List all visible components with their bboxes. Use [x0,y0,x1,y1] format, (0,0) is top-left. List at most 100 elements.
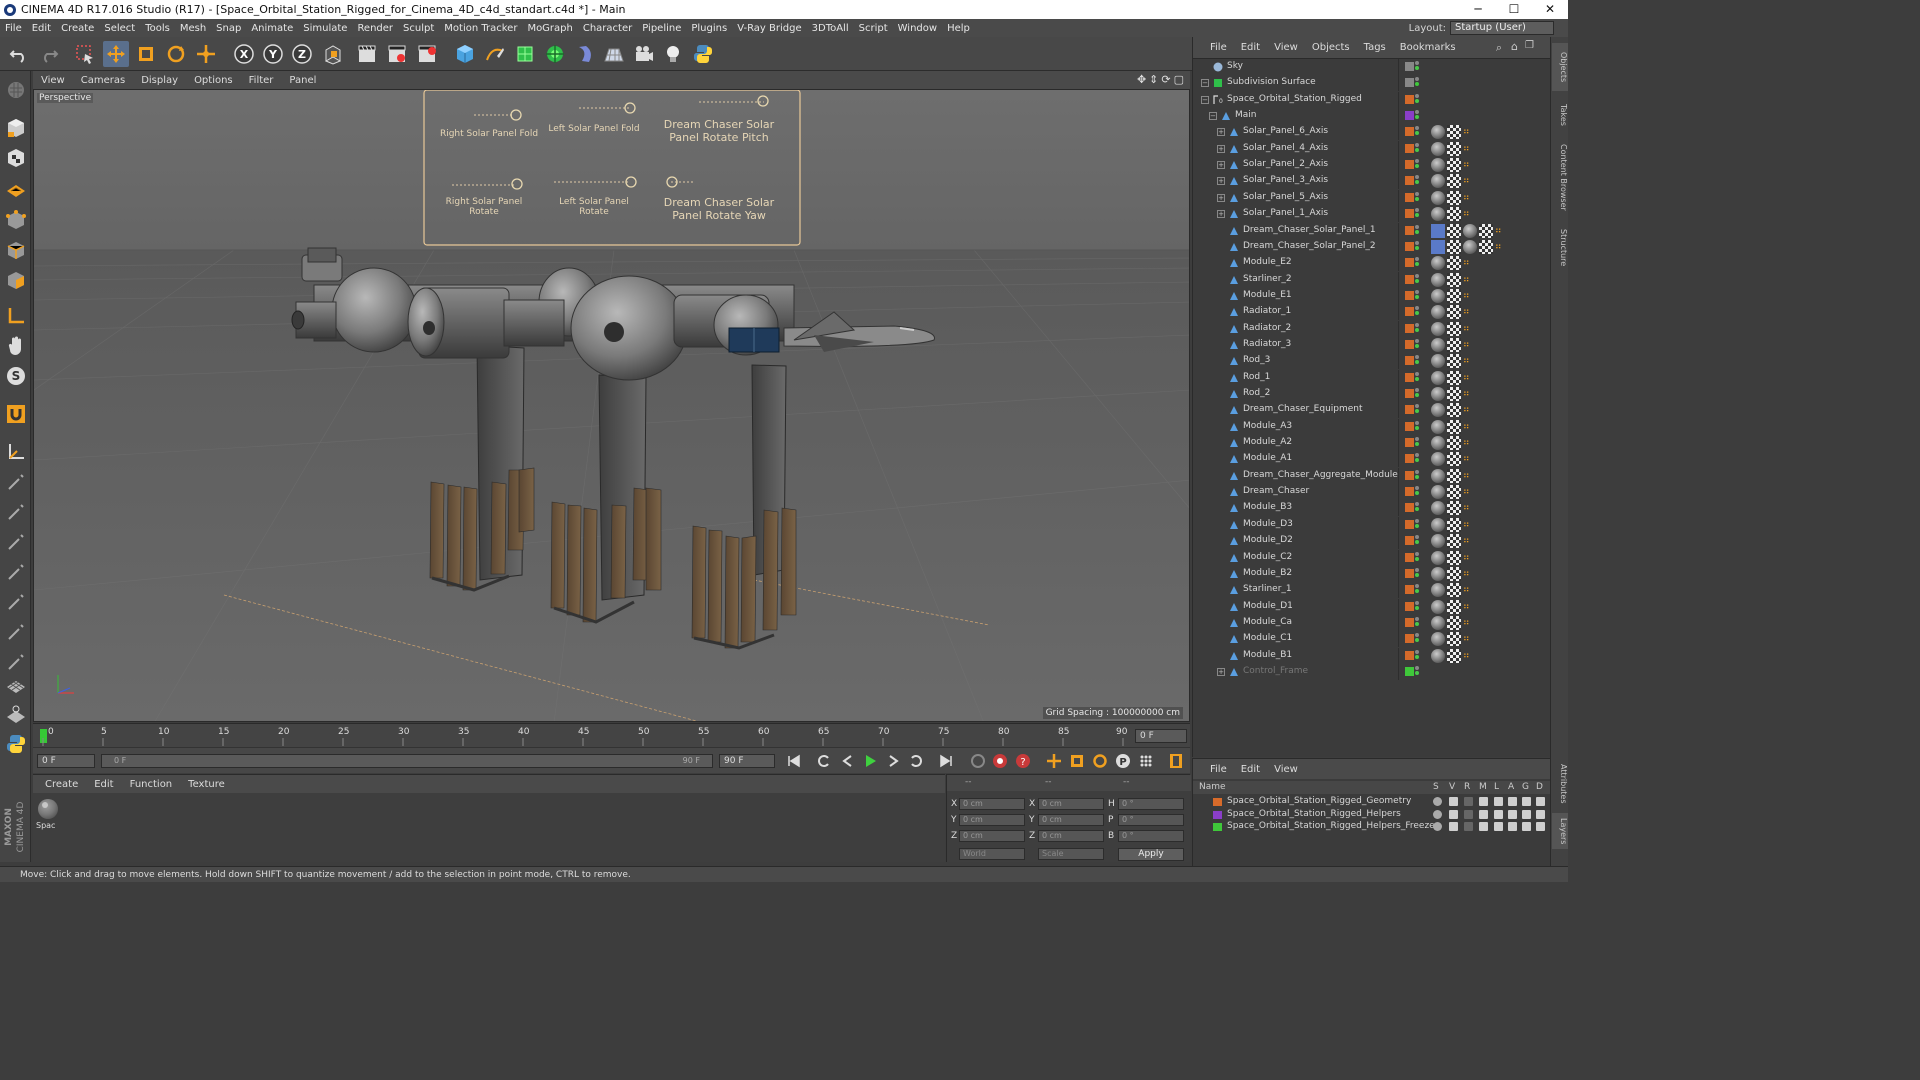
material-tag-icon[interactable] [1479,239,1493,254]
layer-toggle-icon[interactable] [1522,809,1531,819]
menu-edit[interactable]: Edit [27,23,56,34]
autokey-button[interactable] [991,752,1009,770]
visibility-dots[interactable] [1415,469,1421,483]
visibility-dots[interactable] [1415,93,1421,107]
object-menu-view[interactable]: View [1267,42,1305,53]
layer-color-swatch[interactable] [1405,78,1414,88]
tag-icon[interactable]: ⠶ [1463,273,1477,287]
material-tag-icon[interactable] [1447,566,1461,581]
tab-attributes[interactable]: Attributes [1552,759,1568,809]
python-script-button[interactable] [3,731,28,756]
material-tag-icon[interactable] [1431,288,1445,303]
material-tag-icon[interactable] [1447,648,1461,663]
b-rotation-field[interactable]: 0 ° [1118,830,1184,842]
object-row[interactable]: + Solar_Panel_3_Axis ⠶ [1193,173,1551,190]
object-menu-tags[interactable]: Tags [1357,42,1393,53]
tag-icon[interactable]: ⠶ [1463,469,1477,483]
layer-color-swatch[interactable] [1405,274,1414,284]
tag-icon[interactable]: ⠶ [1463,322,1477,336]
layer-toggle-icon[interactable] [1536,797,1545,806]
loop-button[interactable] [815,752,833,770]
material-tag-icon[interactable] [1447,141,1461,156]
key-pla-button[interactable] [1137,752,1155,770]
viewport-menu-filter[interactable]: Filter [241,75,282,86]
timeline-ruler[interactable]: 0 5 10 15 20 25 30 35 40 45 50 55 60 65 … [33,723,1190,747]
object-home-icon[interactable]: ⌂ [1511,40,1518,53]
layer-toggle-icon[interactable] [1433,797,1442,806]
layer-color-swatch[interactable] [1405,585,1414,595]
visibility-dots[interactable] [1415,665,1421,679]
material-tag-icon[interactable] [1431,419,1445,434]
menu-3dtoall[interactable]: 3DToAll [807,23,854,34]
rig-label-right-solar-rotate[interactable]: Right Solar Panel Rotate [434,197,534,217]
spline-pen-button[interactable] [482,41,508,67]
z-position-field[interactable]: 0 cm [959,830,1025,842]
material-tag-icon[interactable] [1447,583,1461,598]
layer-color-swatch[interactable] [1213,810,1222,819]
layer-color-swatch[interactable] [1213,823,1222,831]
layer-color-swatch[interactable] [1405,307,1414,317]
visibility-dots[interactable] [1415,289,1421,303]
size-mode-select[interactable]: Scale [1038,848,1104,860]
visibility-dots[interactable] [1415,518,1421,532]
visibility-dots[interactable] [1415,551,1421,565]
record-keys-button[interactable] [969,752,987,770]
layer-toggle-icon[interactable] [1508,822,1517,831]
menu-snap[interactable]: Snap [211,23,246,34]
material-tag-icon[interactable] [1447,452,1461,467]
material-tag-icon[interactable] [1431,566,1445,581]
next-frame-button[interactable] [884,752,902,770]
object-row[interactable]: Module_B2 ⠶ [1193,565,1551,582]
material-tag-icon[interactable] [1447,517,1461,532]
material-tag-icon[interactable] [1447,125,1461,140]
visibility-dots[interactable] [1415,583,1421,597]
layer-menu-edit[interactable]: Edit [1234,764,1267,775]
points-mode-button[interactable] [3,207,28,232]
tag-icon[interactable]: ⠶ [1463,256,1477,270]
tag-icon[interactable] [1431,223,1445,238]
layer-toggle-icon[interactable] [1522,797,1531,806]
edges-mode-button[interactable] [3,237,28,262]
maximize-button[interactable]: ☐ [1496,0,1532,19]
start-frame-field[interactable]: 0 F [37,754,95,768]
visibility-dots[interactable] [1415,501,1421,515]
layer-toggle-icon[interactable] [1433,822,1442,831]
tag-icon[interactable]: ⠶ [1463,403,1477,417]
visibility-dots[interactable] [1415,256,1421,270]
tag-icon[interactable]: ⠶ [1463,174,1477,188]
object-tags[interactable]: ⠶ [1431,599,1477,614]
visibility-dots[interactable] [1415,191,1421,205]
y-size-field[interactable]: 0 cm [1038,814,1104,826]
object-row[interactable]: Module_E2 ⠶ [1193,255,1551,272]
material-tag-icon[interactable] [1431,272,1445,287]
object-row[interactable]: Starliner_1 ⠶ [1193,582,1551,599]
material-tag-icon[interactable] [1447,436,1461,451]
layer-toggle-icon[interactable] [1536,809,1545,819]
tab-layers[interactable]: Layers [1552,813,1568,849]
cloner-button[interactable] [542,41,568,67]
tab-takes[interactable]: Takes [1552,97,1568,133]
object-tags[interactable]: ⠶ [1431,354,1477,369]
visibility-dots[interactable] [1415,174,1421,188]
material-tag-icon[interactable] [1447,158,1461,173]
object-row[interactable]: Rod_2 ⠶ [1193,386,1551,402]
tag-icon[interactable]: ⠶ [1463,354,1477,368]
object-tags[interactable]: ⠶ [1431,125,1477,140]
layer-toggle-icon[interactable] [1449,822,1458,831]
layer-color-swatch[interactable] [1405,634,1414,644]
material-tag-icon[interactable] [1431,125,1445,140]
tag-icon[interactable]: ⠶ [1463,125,1477,139]
layer-menu-view[interactable]: View [1267,764,1305,775]
layer-color-swatch[interactable] [1405,405,1414,415]
key-parameter-button[interactable]: P [1114,752,1132,770]
menu-sculpt[interactable]: Sculpt [398,23,439,34]
object-row[interactable]: + Solar_Panel_2_Axis ⠶ [1193,157,1551,174]
object-row[interactable]: − Subdivision Surface [1193,75,1551,92]
object-tags[interactable]: ⠶ [1431,419,1477,434]
cube-primitive-button[interactable] [452,41,478,67]
visibility-dots[interactable] [1415,224,1421,238]
object-tags[interactable]: ⠶ [1431,223,1509,238]
menu-tools[interactable]: Tools [140,23,175,34]
layout-select[interactable]: Startup (User) [1450,21,1554,35]
lock-workplane-button[interactable] [3,701,28,726]
